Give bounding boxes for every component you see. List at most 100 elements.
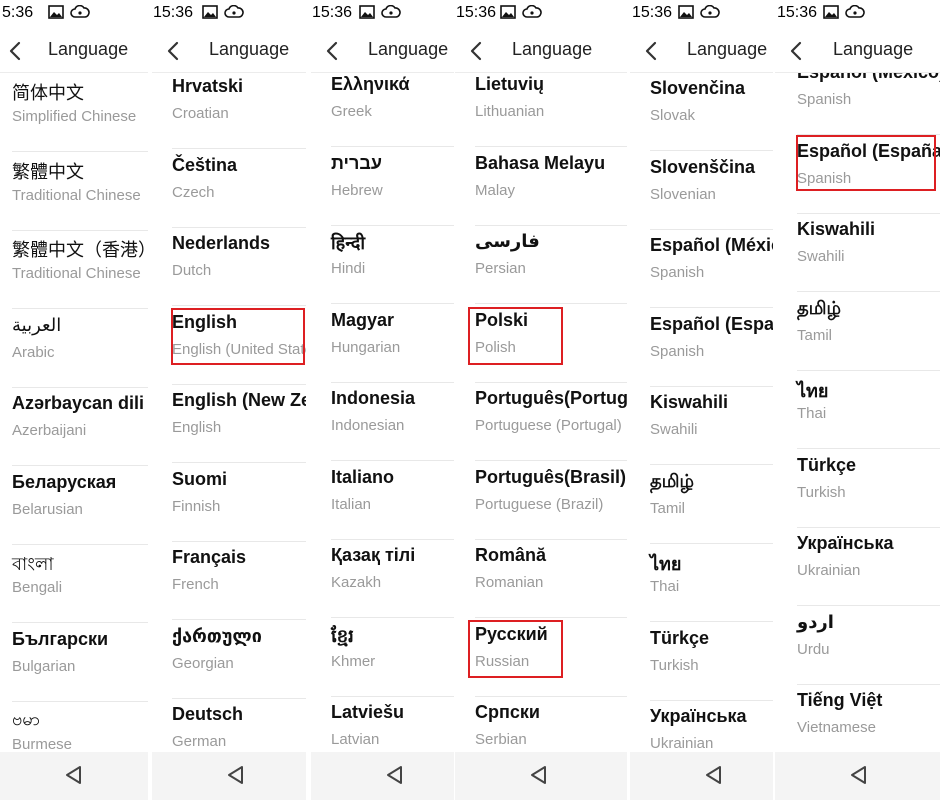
cloud-icon [845, 4, 865, 24]
status-time: 15:36 [312, 4, 353, 21]
image-icon [678, 5, 694, 24]
title-bar: Language [311, 30, 454, 72]
language-item[interactable]: Português(Brasil) Portuguese (Brazil) [475, 461, 627, 540]
language-item[interactable]: Türkçe Turkish [797, 449, 940, 528]
language-screen-1: 5:36 Language 简体中文 Simplified Chinese 繁體中文 Tr… [0, 0, 148, 800]
language-item[interactable]: English (New Zealand) English [172, 384, 306, 463]
navigation-bar [455, 752, 627, 800]
navigation-bar [630, 752, 773, 800]
language-english-name: Belarusian [12, 500, 83, 518]
language-item[interactable]: ქართული Georgian [172, 620, 306, 699]
language-native-name: Tiếng Việt [797, 690, 883, 710]
language-item[interactable]: Slovenščina Slovenian [650, 151, 773, 230]
language-item[interactable]: Українська Ukrainian [650, 700, 773, 752]
language-native-name: Português(Brasil) [475, 466, 627, 487]
language-item[interactable]: Azərbaycan dili Azerbaijani [12, 387, 148, 466]
language-english-name: Urdu [797, 640, 830, 658]
language-item[interactable]: ဗမာ Burmese [12, 701, 148, 752]
language-english-name: Tamil [650, 499, 686, 517]
image-icon [48, 5, 64, 24]
chevron-left-icon[interactable] [2, 37, 30, 65]
chevron-left-icon[interactable] [783, 37, 811, 65]
language-native-name: فارسی [475, 231, 540, 251]
language-english-name: Spanish [650, 264, 705, 281]
language-item[interactable]: Español (México) Spanish [650, 229, 773, 308]
language-item[interactable]: Português(Portugal) Portuguese (Portugal) [475, 382, 627, 461]
language-item[interactable]: Türkçe Turkish [650, 622, 773, 701]
language-native-name: Español (México) [650, 235, 773, 255]
image-icon [823, 5, 839, 24]
language-list[interactable]: 简体中文 Simplified Chinese 繁體中文 Traditional Ch… [0, 73, 148, 752]
language-item[interactable]: 繁體中文（香港） Traditional Chinese [12, 230, 148, 309]
language-item[interactable]: ខ្មែរ Khmer [331, 618, 454, 697]
language-native-name: Kiswahili [797, 219, 876, 239]
language-native-name: עברית [331, 152, 383, 173]
language-list[interactable]: Hrvatski Croatian Čeština Czech Nederlands Du… [152, 73, 306, 752]
language-native-name: Slovenčina [650, 78, 746, 98]
language-item[interactable]: Kiswahili Swahili [797, 213, 940, 292]
triangle-back-icon[interactable] [225, 764, 247, 786]
chevron-left-icon[interactable] [319, 37, 347, 65]
language-item[interactable]: Қазақ тілі Kazakh [331, 539, 454, 618]
language-item[interactable]: Español (México) Spanish [797, 73, 940, 135]
language-item[interactable]: Slovenčina Slovak [650, 73, 773, 151]
language-item[interactable]: தமிழ் Tamil [650, 465, 773, 544]
language-item[interactable]: Indonesia Indonesian [331, 382, 454, 461]
language-item[interactable]: Беларуская Belarusian [12, 466, 148, 545]
language-item[interactable]: Lietuvių Lithuanian [475, 73, 627, 147]
language-item[interactable]: Українська Ukrainian [797, 527, 940, 606]
status-icons [48, 4, 90, 24]
language-item[interactable]: हिन्दी Hindi [331, 225, 454, 304]
language-item[interactable]: Deutsch German [172, 698, 306, 752]
language-english-name: Swahili [797, 248, 845, 265]
language-item[interactable]: ไทย Thai [650, 543, 773, 622]
triangle-back-icon[interactable] [848, 764, 870, 786]
navigation-bar [152, 752, 306, 800]
language-item[interactable]: Français French [172, 541, 306, 620]
language-item[interactable]: Tiếng Việt Vietnamese [797, 684, 940, 752]
triangle-back-icon[interactable] [703, 764, 725, 786]
page-title: Language [368, 39, 449, 59]
language-item[interactable]: Čeština Czech [172, 149, 306, 228]
language-item[interactable]: Ελληνικά Greek [331, 73, 454, 147]
language-item[interactable]: Hrvatski Croatian [172, 73, 306, 149]
language-native-name: ខ្មែរ [331, 625, 354, 646]
triangle-back-icon[interactable] [384, 764, 406, 786]
language-native-name: ไทย [650, 554, 682, 574]
language-item[interactable]: Српски Serbian [475, 696, 627, 752]
language-english-name: Portuguese (Portugal) [475, 417, 622, 434]
language-item[interactable]: فارسی Persian [475, 225, 627, 304]
language-item[interactable]: 简体中文 Simplified Chinese [12, 73, 148, 152]
triangle-back-icon[interactable] [528, 764, 550, 786]
language-item[interactable]: Kiswahili Swahili [650, 386, 773, 465]
language-item[interactable]: Български Bulgarian [12, 623, 148, 702]
language-screen-4: 15:36 Language Lietuvių Lithuanian Bahasa Me… [455, 0, 627, 800]
language-native-name: Български [12, 628, 109, 649]
language-english-name: Hindi [331, 260, 366, 277]
chevron-left-icon[interactable] [160, 37, 188, 65]
language-list[interactable]: Ελληνικά Greek עברית Hebrew हिन्दी Hindi Magya… [311, 73, 454, 752]
chevron-left-icon[interactable] [638, 37, 666, 65]
language-item[interactable]: 繁體中文 Traditional Chinese [12, 152, 148, 231]
language-item[interactable]: العربية Arabic [12, 309, 148, 388]
language-item[interactable]: ไทย Thai [797, 370, 940, 449]
language-english-name: Slovak [650, 107, 696, 124]
language-item[interactable]: Magyar Hungarian [331, 304, 454, 383]
language-item[interactable]: Italiano Italian [331, 461, 454, 540]
language-item[interactable]: Română Romanian [475, 539, 627, 618]
triangle-back-icon[interactable] [63, 764, 85, 786]
language-item[interactable]: Latviešu Latvian [331, 696, 454, 752]
language-list[interactable]: Slovenčina Slovak Slovenščina Slovenian Espa… [630, 73, 773, 752]
chevron-left-icon[interactable] [463, 37, 491, 65]
language-item[interactable]: Bahasa Melayu Malay [475, 147, 627, 226]
language-item[interactable]: Suomi Finnish [172, 463, 306, 542]
title-bar: Language [775, 30, 940, 72]
language-item[interactable]: עברית Hebrew [331, 147, 454, 226]
language-item[interactable]: Español (España) Spanish [650, 308, 773, 387]
language-item[interactable]: বাংলা Bengali [12, 544, 148, 623]
language-item[interactable]: Nederlands Dutch [172, 227, 306, 306]
language-item[interactable]: தமிழ் Tamil [797, 292, 940, 371]
language-native-name: Türkçe [650, 627, 710, 648]
language-english-name: Turkish [650, 656, 699, 674]
language-item[interactable]: اردو Urdu [797, 606, 940, 685]
